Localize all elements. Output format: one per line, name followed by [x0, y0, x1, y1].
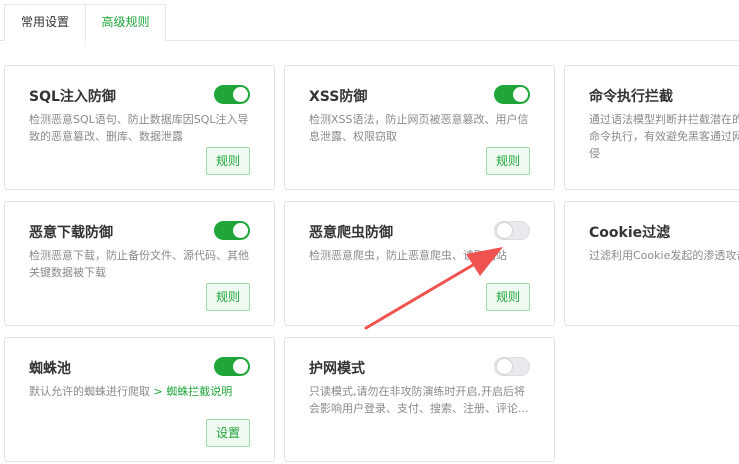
tab-advanced-rules[interactable]: 高级规则: [85, 4, 166, 42]
card-xss: XSS防御 检测XSS语法，防止网页被恶意篡改、用户信息泄露、权限窃取 规则: [284, 65, 555, 190]
card-cookie-filter: Cookie过滤 过滤利用Cookie发起的渗透攻击: [564, 201, 739, 326]
card-description: 通过语法模型判断并拦截潜在的恶意命令执行，有效避免黑客通过网站入侵: [589, 113, 739, 160]
card-protection-mode: 护网模式 只读模式,请勿在非攻防演练时开启,开启后将会影响用户登录、支付、搜索、…: [284, 337, 555, 462]
waf-settings-page: 常用设置 高级规则 SQL注入防御 检测恶意SQL语句、防止数据库因SQL注入导…: [0, 0, 739, 464]
spider-pool-settings-button[interactable]: 设置: [206, 419, 250, 447]
card-description: 检测恶意下载，防止备份文件、源代码、其他关键数据被下载: [29, 249, 249, 279]
card-description: 默认允许的蜘蛛进行爬取 > 蜘蛛拦截说明: [29, 383, 254, 400]
spider-pool-desc-text: 默认允许的蜘蛛进行爬取: [29, 385, 154, 398]
card-description: 过滤利用Cookie发起的渗透攻击: [589, 249, 739, 262]
card-description: 只读模式,请勿在非攻防演练时开启,开启后将会影响用户登录、支付、搜索、注册、评论…: [309, 385, 529, 415]
card-description: 检测恶意爬虫，防止恶意爬虫、读取网站: [309, 249, 507, 262]
xss-rules-button[interactable]: 规则: [486, 147, 530, 175]
protection-mode-toggle[interactable]: [494, 357, 530, 376]
card-title: SQL注入防御: [29, 89, 116, 105]
spider-pool-toggle[interactable]: [214, 357, 250, 376]
card-title: XSS防御: [309, 89, 368, 105]
card-description: 检测恶意SQL语句、防止数据库因SQL注入导致的恶意篡改、删库、数据泄露: [29, 113, 249, 143]
card-sql-injection: SQL注入防御 检测恶意SQL语句、防止数据库因SQL注入导致的恶意篡改、删库、…: [4, 65, 275, 190]
card-title: 恶意下载防御: [29, 225, 113, 241]
tab-bar: 常用设置 高级规则: [0, 0, 739, 42]
spider-block-info-link[interactable]: > 蜘蛛拦截说明: [154, 385, 233, 398]
card-command-execution: 命令执行拦截 通过语法模型判断并拦截潜在的恶意命令执行，有效避免黑客通过网站入侵: [564, 65, 739, 190]
card-malicious-crawler: 恶意爬虫防御 检测恶意爬虫，防止恶意爬虫、读取网站 规则: [284, 201, 555, 326]
tab-common-settings[interactable]: 常用设置: [4, 4, 86, 41]
malicious-download-rules-button[interactable]: 规则: [206, 283, 250, 311]
malicious-crawler-rules-button[interactable]: 规则: [486, 283, 530, 311]
sql-injection-rules-button[interactable]: 规则: [206, 147, 250, 175]
malicious-download-toggle[interactable]: [214, 221, 250, 240]
card-title: 蜘蛛池: [29, 361, 71, 377]
xss-toggle[interactable]: [494, 85, 530, 104]
card-spider-pool: 蜘蛛池 默认允许的蜘蛛进行爬取 > 蜘蛛拦截说明 设置: [4, 337, 275, 462]
sql-injection-toggle[interactable]: [214, 85, 250, 104]
card-description: 检测XSS语法，防止网页被恶意篡改、用户信息泄露、权限窃取: [309, 113, 529, 143]
card-title: 护网模式: [309, 361, 365, 377]
malicious-crawler-toggle[interactable]: [494, 221, 530, 240]
card-malicious-download: 恶意下载防御 检测恶意下载，防止备份文件、源代码、其他关键数据被下载 规则: [4, 201, 275, 326]
card-title: 命令执行拦截: [589, 89, 673, 105]
card-title: 恶意爬虫防御: [309, 225, 393, 241]
card-title: Cookie过滤: [589, 225, 671, 241]
